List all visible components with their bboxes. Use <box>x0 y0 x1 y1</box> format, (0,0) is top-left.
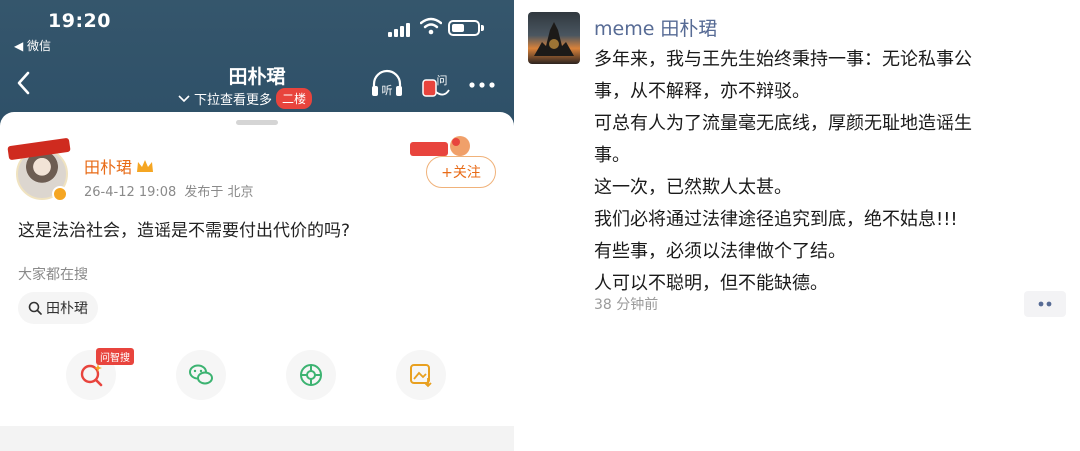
post-line: 人可以不聪明，但不能缺德。 <box>594 273 828 294</box>
post-line: 有些事，必须以法律做个了结。 <box>594 241 846 262</box>
pull-down-label: 下拉查看更多 <box>194 93 273 108</box>
crown-icon <box>137 160 154 172</box>
search-icon <box>28 301 42 315</box>
bottom-divider <box>0 426 514 451</box>
svg-text:听: 听 <box>382 84 393 97</box>
comment-like-button[interactable] <box>1024 291 1066 317</box>
more-dots-icon <box>1038 301 1052 307</box>
author-name: 田朴珺 <box>84 158 133 177</box>
weibo-header: 19:20 ◀ 微信 田朴珺 下拉查看更多 二楼 听 问 <box>0 0 514 128</box>
weibo-screenshot: 19:20 ◀ 微信 田朴珺 下拉查看更多 二楼 听 问 田朴珺 26-4-12… <box>0 0 514 451</box>
post-timestamp: 38 分钟前 <box>594 297 659 313</box>
post-meta: 26-4-12 19:08 发布于 北京 <box>84 181 253 200</box>
post-line: 多年来，我与王先生始终秉持一事：无论私事公 <box>594 49 972 70</box>
poster-name[interactable]: meme 田朴珺 <box>594 14 717 41</box>
trending-search-label: 大家都在搜 <box>18 267 88 283</box>
share-wechat-button[interactable] <box>176 350 226 400</box>
ai-search-tag: 问智搜 <box>96 348 134 365</box>
search-chip-label: 田朴珺 <box>46 301 88 317</box>
post-author[interactable]: 田朴珺 <box>84 154 154 178</box>
back-to-app-link[interactable]: ◀ 微信 <box>14 37 51 54</box>
post-location: 发布于 北京 <box>184 185 254 200</box>
wechat-icon <box>189 364 213 385</box>
sunset-photo-icon <box>534 22 574 56</box>
sheet-handle[interactable] <box>236 120 278 125</box>
post-date: 26-4-12 19:08 <box>84 185 177 200</box>
cell-signal-icon <box>388 21 414 37</box>
chevron-down-icon <box>178 94 190 102</box>
avatar[interactable] <box>528 12 580 64</box>
post-card: 田朴珺 26-4-12 19:08 发布于 北京 +关注 这是法治社会，造谣是不需… <box>0 112 514 436</box>
follow-button[interactable]: +关注 <box>426 156 496 188</box>
share-moments-button[interactable] <box>286 350 336 400</box>
ai-search-icon <box>80 364 103 387</box>
post-body: 多年来，我与王先生始终秉持一事：无论私事公 事，从不解释，亦不辩驳。 可总有人为… <box>594 44 1064 300</box>
save-image-icon <box>410 364 432 388</box>
battery-icon <box>448 20 484 36</box>
floor-badge: 二楼 <box>276 88 313 109</box>
ask-label: 问 <box>437 74 448 87</box>
pull-down-hint[interactable]: 下拉查看更多 二楼 <box>178 88 313 109</box>
more-icon[interactable] <box>468 82 496 88</box>
search-suggestion-chip[interactable]: 田朴珺 <box>18 292 98 324</box>
listen-icon[interactable]: 听 <box>370 69 404 99</box>
moments-icon <box>300 364 322 386</box>
save-image-button[interactable] <box>396 350 446 400</box>
post-line: 我们必将通过法律途径追究到底，绝不姑息!!! <box>594 209 958 230</box>
post-line: 事。 <box>594 145 630 166</box>
ask-icon[interactable]: 问 <box>420 68 452 100</box>
post-line: 事，从不解释，亦不辩驳。 <box>594 81 810 102</box>
status-time: 19:20 <box>48 10 111 32</box>
post-line: 这一次，已然欺人太甚。 <box>594 177 792 198</box>
wifi-icon <box>420 17 442 35</box>
post-text: 这是法治社会，造谣是不需要付出代价的吗? <box>18 221 351 241</box>
post-line: 可总有人为了流量毫无底线，厚颜无耻地造谣生 <box>594 113 972 134</box>
verified-badge-icon <box>52 186 68 202</box>
wechat-moments-post: meme 田朴珺 多年来，我与王先生始终秉持一事：无论私事公 事，从不解释，亦不… <box>514 0 1080 451</box>
